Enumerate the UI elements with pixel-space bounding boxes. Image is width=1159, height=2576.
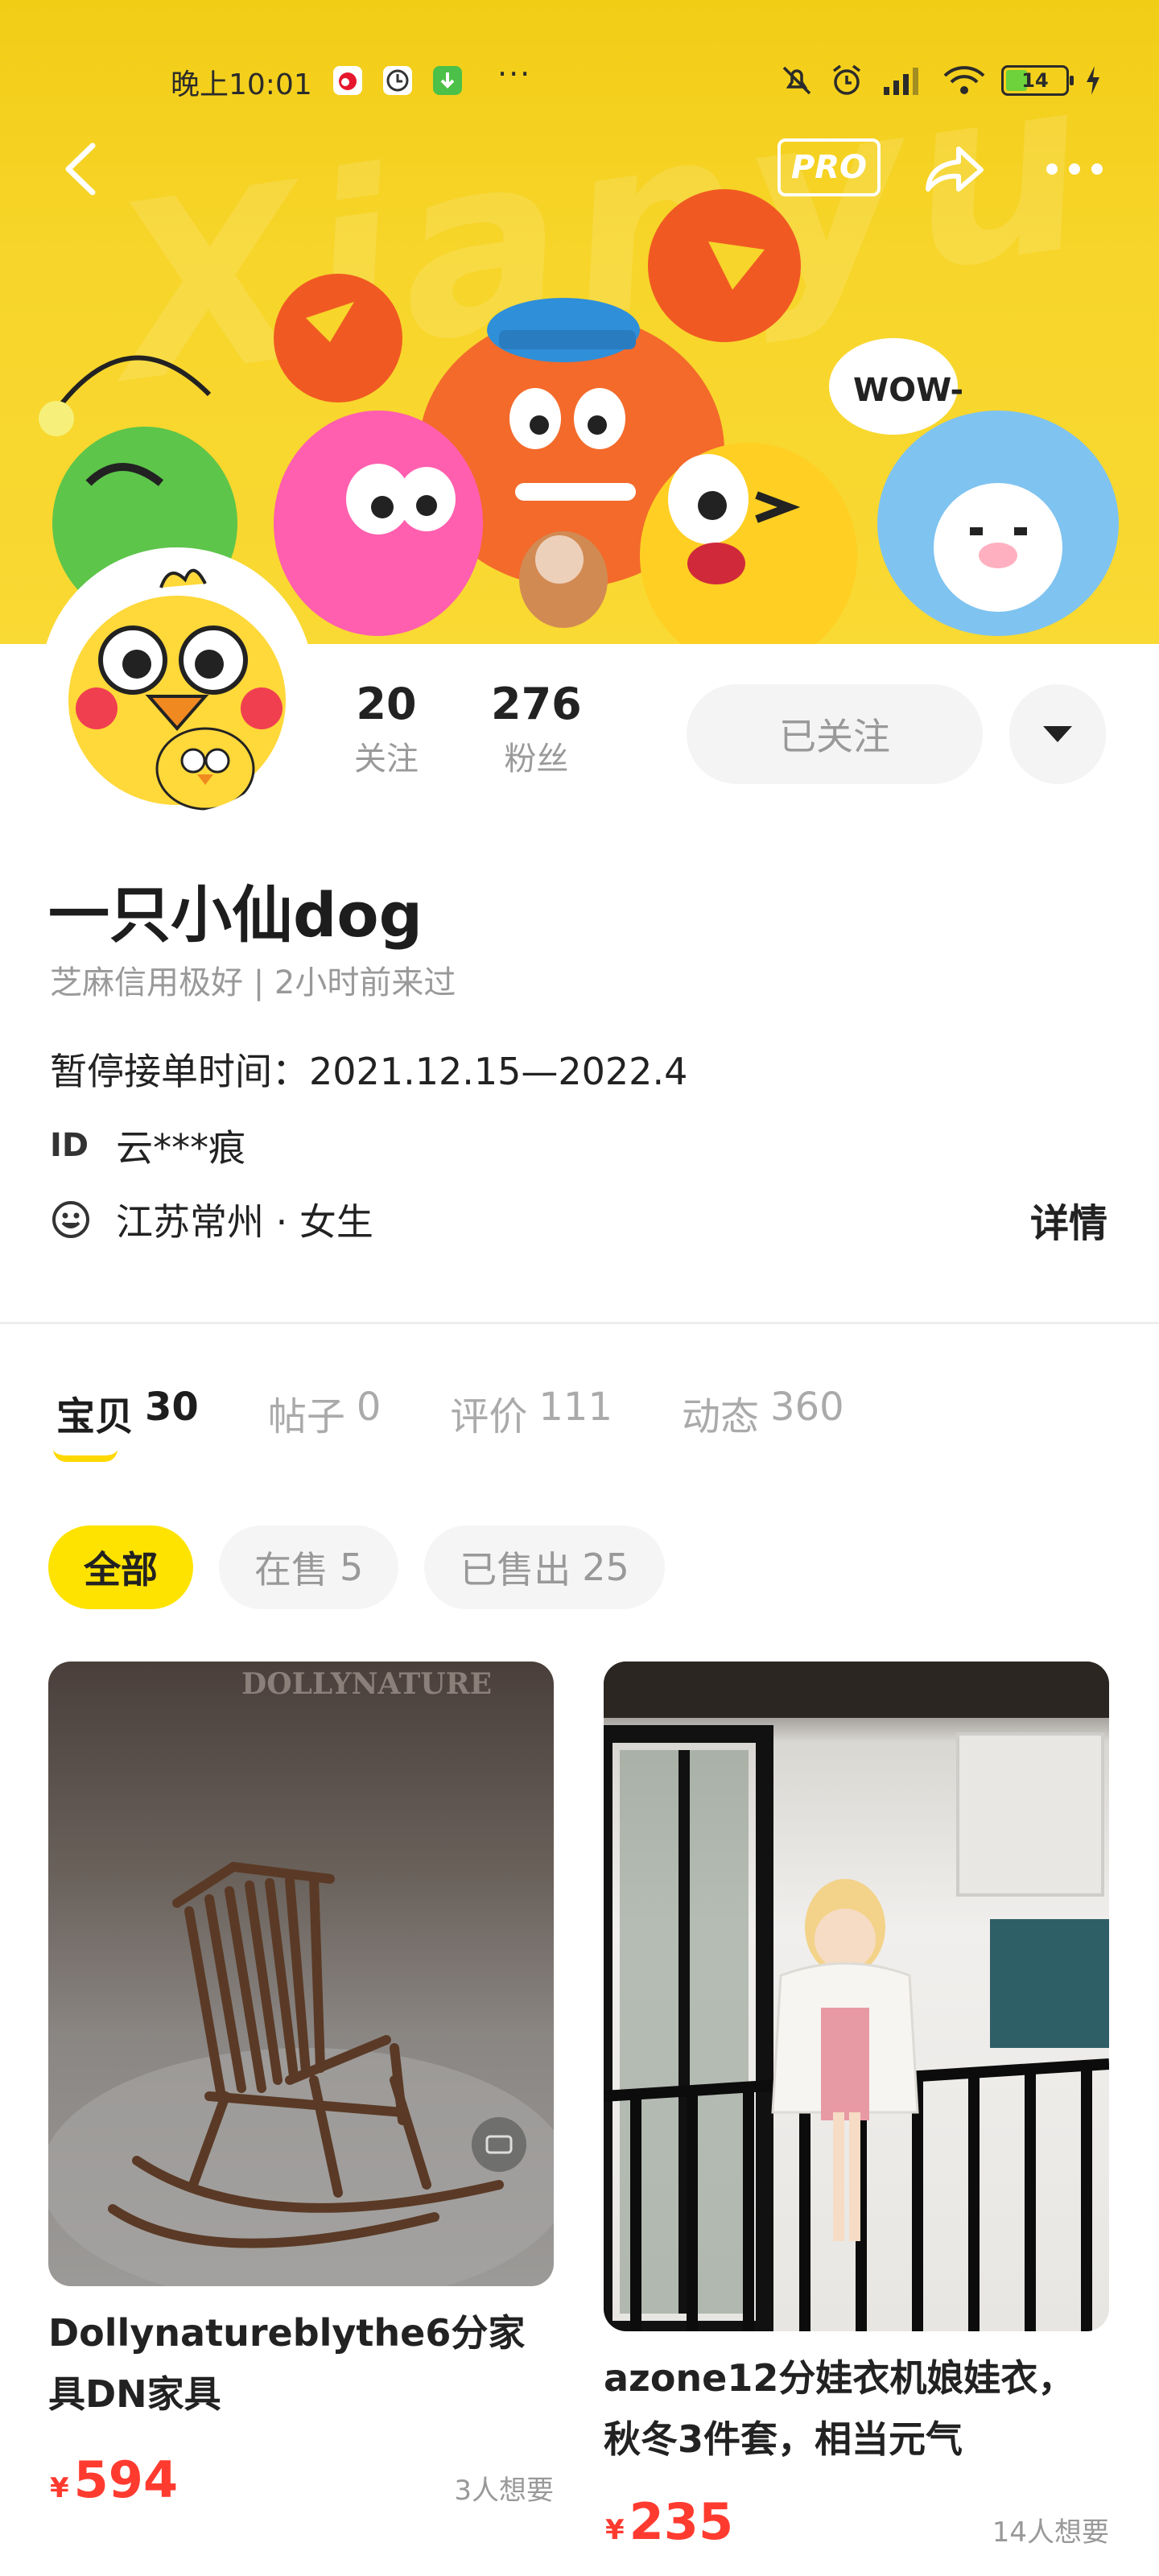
fans-count: 276 [491, 679, 582, 729]
caret-down-icon [1043, 726, 1072, 742]
rocking-chair-illustration: DOLLYNATURE [48, 1667, 554, 2286]
share-icon [926, 147, 984, 192]
wants-count: 14人想要 [992, 2516, 1109, 2549]
tab-reviews-label: 评价 [450, 1394, 528, 1439]
filter-on-sale-count: 5 [340, 1546, 364, 1589]
id-value: 云***痕 [116, 1126, 246, 1170]
doll-balcony-illustration [604, 1662, 1109, 2331]
watermark-text: DOLLYNATURE [241, 1667, 492, 1701]
tab-posts-count: 0 [356, 1385, 382, 1430]
location-row: 江苏常州 · 女生 [50, 1193, 373, 1246]
clock-notification-icon [383, 66, 412, 95]
filter-on-sale-label: 在售 [254, 1548, 328, 1591]
tab-posts[interactable]: 帖子 0 [268, 1385, 382, 1441]
follow-options-button[interactable] [1009, 684, 1106, 784]
filter-on-sale[interactable]: 在售 5 [219, 1525, 399, 1609]
tab-items-count: 30 [145, 1385, 199, 1430]
wifi-icon [943, 66, 985, 94]
filter-sold-label: 已售出 [460, 1548, 571, 1591]
filter-sold[interactable]: 已售出 25 [424, 1525, 665, 1609]
pro-badge-button[interactable]: PRO [777, 138, 881, 196]
status-right-icons: 14 [779, 63, 1103, 98]
user-avatar[interactable] [40, 547, 314, 821]
weibo-notification-icon [333, 66, 362, 95]
signal-icon [884, 68, 918, 95]
status-time: 晚上10:01 [171, 68, 312, 101]
wants-count: 3人想要 [454, 2475, 554, 2507]
wow-bubble-text: WOW- [853, 372, 963, 409]
back-button[interactable] [48, 137, 113, 201]
tab-reviews-count: 111 [538, 1385, 613, 1430]
share-button[interactable] [918, 137, 990, 201]
mute-icon [782, 66, 811, 95]
alarm-icon [832, 64, 861, 95]
location-text: 江苏常州 · 女生 [116, 1200, 373, 1244]
following-count: 20 [356, 679, 417, 729]
product-image[interactable]: DOLLYNATURE [48, 1662, 554, 2286]
following-label: 关注 [354, 741, 419, 778]
tab-activity[interactable]: 动态 360 [682, 1385, 844, 1441]
more-dots-icon [1046, 163, 1103, 175]
battery-level: 14 [1021, 69, 1049, 92]
smiley-icon [52, 1201, 89, 1238]
user-name: 一只小仙dog [48, 879, 423, 951]
charging-icon [1087, 66, 1099, 95]
chevron-left-icon [65, 142, 96, 196]
product-price: ¥ 235 [605, 2492, 733, 2551]
more-options-button[interactable] [1038, 137, 1111, 201]
product-price: ¥ 594 [50, 2450, 178, 2509]
filter-sold-count: 25 [582, 1546, 629, 1589]
item-filters: 全部 在售 5 已售出 25 [48, 1525, 665, 1609]
product-title[interactable]: azone12分娃衣机娘娃衣，秋冬3件套，相当元气 [604, 2347, 1109, 2470]
tab-reviews[interactable]: 评价 111 [450, 1385, 612, 1441]
content-tabs: 宝贝 30 帖子 0 评价 111 动态 360 [56, 1385, 844, 1441]
filter-all-label: 全部 [84, 1548, 158, 1591]
download-notification-icon [433, 66, 462, 95]
top-nav: PRO [0, 129, 1159, 209]
following-stat[interactable]: 20 关注 [354, 680, 419, 779]
price-currency: ¥ [605, 2514, 625, 2546]
details-link[interactable]: 详情 [1030, 1191, 1107, 1248]
active-tab-indicator [53, 1449, 118, 1462]
price-currency: ¥ [50, 2472, 69, 2504]
tab-posts-label: 帖子 [267, 1394, 345, 1439]
price-amount: 235 [629, 2492, 734, 2551]
product-card[interactable]: DOLLYNATURE Dollynatureblythe6分家具DN家具 ¥ … [48, 1662, 554, 2547]
id-label: ID [50, 1127, 89, 1164]
tab-activity-count: 360 [770, 1385, 844, 1430]
status-bar: 晚上10:01 ··· 14 [0, 56, 1159, 105]
followed-button[interactable]: 已关注 [687, 684, 983, 784]
chick-avatar-illustration [48, 555, 306, 813]
tab-activity-label: 动态 [682, 1394, 760, 1439]
product-card[interactable]: azone12分娃衣机娘娃衣，秋冬3件套，相当元气 ¥ 235 14人想要 [604, 1662, 1109, 2571]
tab-items[interactable]: 宝贝 30 [56, 1385, 199, 1441]
tab-items-label: 宝贝 [56, 1394, 134, 1439]
product-title[interactable]: Dollynatureblythe6分家具DN家具 [48, 2302, 554, 2425]
user-id-row: ID 云***痕 [50, 1119, 245, 1172]
filter-all[interactable]: 全部 [48, 1525, 193, 1609]
fans-label: 粉丝 [504, 741, 569, 778]
credit-status: 芝麻信用极好 | 2小时前来过 [50, 964, 456, 1001]
status-more-dots: ··· [497, 56, 532, 92]
fans-stat[interactable]: 276 粉丝 [491, 680, 582, 779]
profile-stats: 20 关注 276 粉丝 [354, 680, 582, 779]
product-image[interactable] [604, 1662, 1109, 2331]
pause-notice: 暂停接单时间：2021.12.15—2022.4 [50, 1050, 688, 1093]
section-divider [0, 1322, 1159, 1324]
price-amount: 594 [73, 2450, 179, 2509]
battery-indicator: 14 [1001, 65, 1074, 96]
